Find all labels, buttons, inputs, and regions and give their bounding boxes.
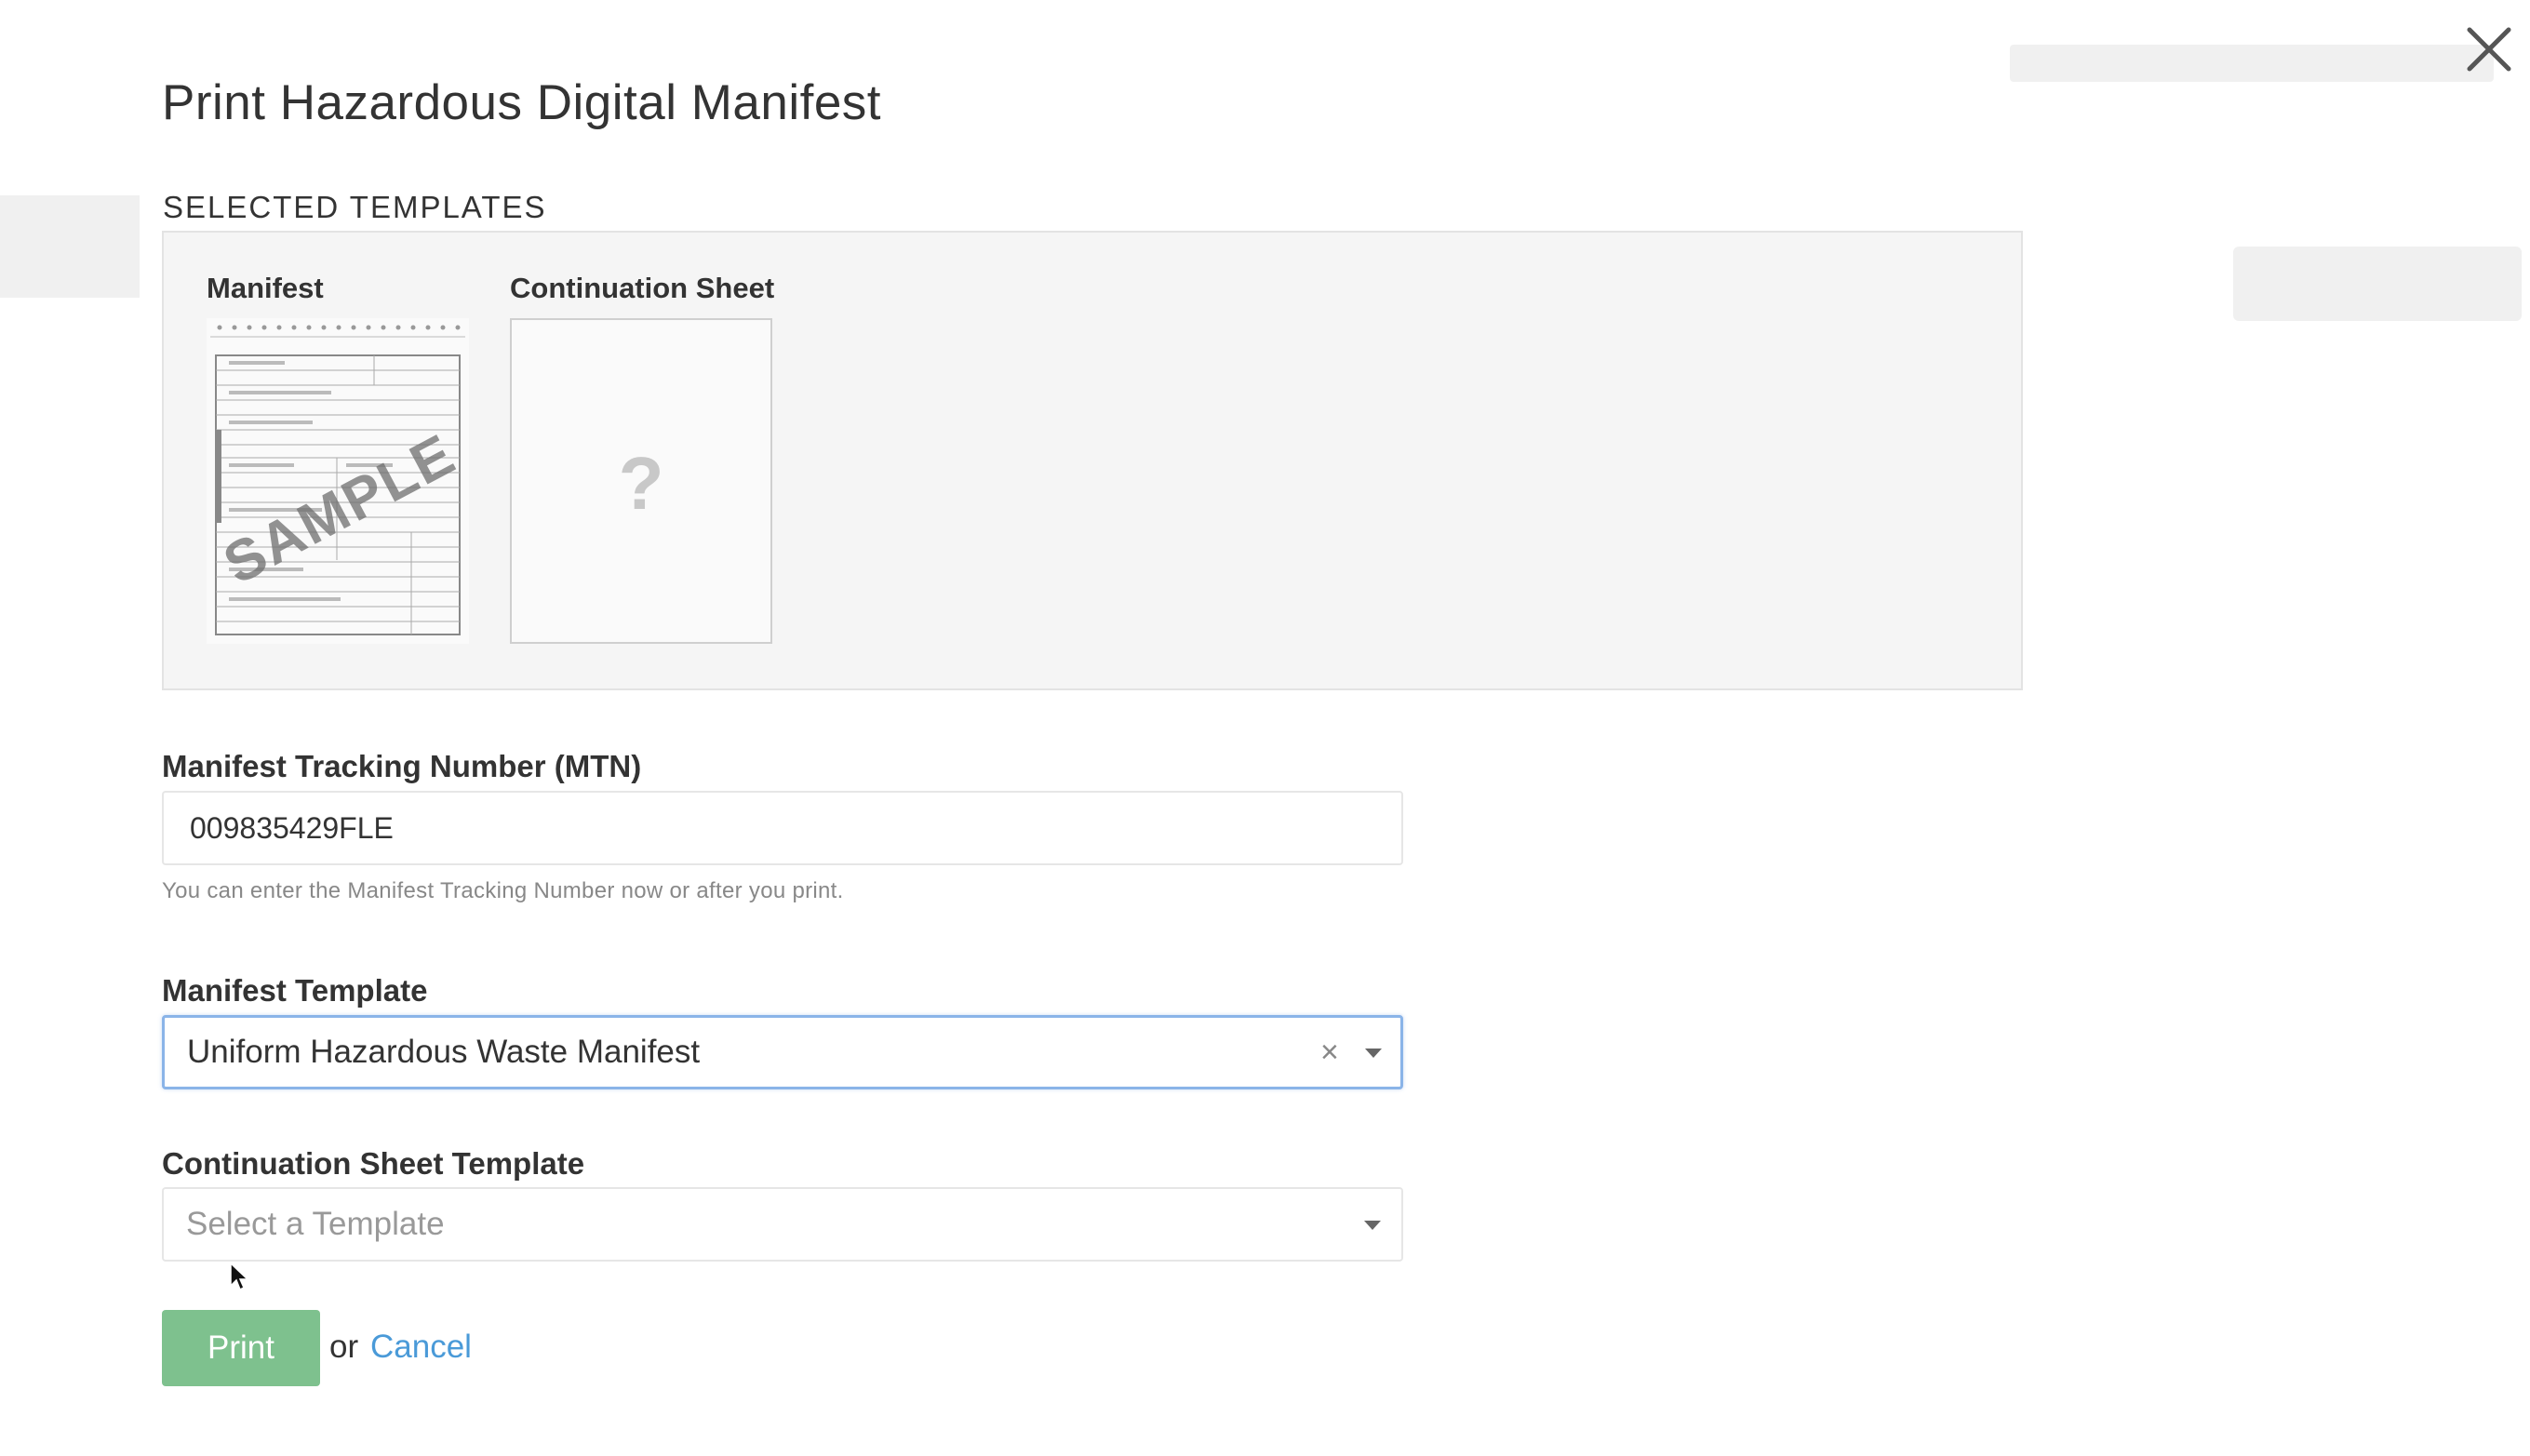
- cancel-link[interactable]: Cancel: [370, 1329, 472, 1366]
- manifest-template-card: Manifest SAMPLE: [207, 272, 469, 644]
- manifest-template-field-label: Manifest Template: [162, 973, 428, 1008]
- question-mark-icon: ?: [618, 442, 664, 525]
- continuation-preview-placeholder: ?: [510, 318, 772, 644]
- mtn-input[interactable]: [162, 791, 1403, 865]
- dialog-title: Print Hazardous Digital Manifest: [162, 75, 882, 130]
- selected-templates-heading: SELECTED TEMPLATES: [163, 190, 547, 224]
- close-button[interactable]: [2456, 17, 2522, 82]
- print-manifest-dialog: Print Hazardous Digital Manifest SELECTE…: [0, 0, 2530, 1456]
- chevron-down-icon[interactable]: [1364, 1221, 1381, 1230]
- manifest-template-label: Manifest: [207, 272, 324, 304]
- manifest-template-select[interactable]: Uniform Hazardous Waste Manifest ×: [162, 1015, 1403, 1089]
- or-separator: or: [329, 1329, 359, 1365]
- manifest-preview-thumbnail: SAMPLE: [207, 318, 469, 644]
- continuation-template-field-label: Continuation Sheet Template: [162, 1146, 585, 1181]
- continuation-template-select[interactable]: Select a Template: [162, 1187, 1403, 1262]
- mtn-label: Manifest Tracking Number (MTN): [162, 749, 642, 783]
- continuation-template-card: Continuation Sheet ?: [510, 272, 774, 644]
- continuation-template-placeholder: Select a Template: [186, 1206, 445, 1242]
- close-icon: [2467, 27, 2511, 72]
- manifest-template-selected-value: Uniform Hazardous Waste Manifest: [187, 1034, 701, 1070]
- continuation-template-label: Continuation Sheet: [510, 272, 775, 304]
- clear-icon[interactable]: ×: [1320, 1036, 1339, 1068]
- mouse-pointer-icon: [230, 1262, 249, 1291]
- mtn-help-text: You can enter the Manifest Tracking Numb…: [162, 878, 844, 903]
- print-button[interactable]: Print: [162, 1310, 320, 1386]
- chevron-down-icon[interactable]: [1365, 1049, 1382, 1058]
- selected-templates-panel: Manifest SAMPLE Continuation Sheet ?: [162, 231, 2023, 690]
